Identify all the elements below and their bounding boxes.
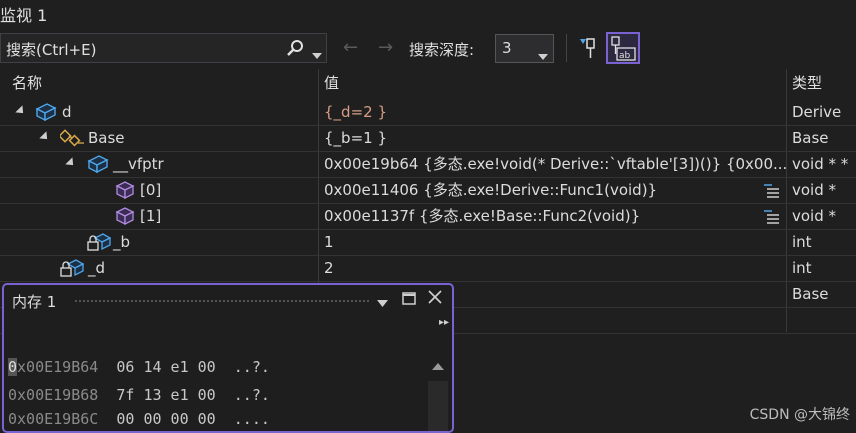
column-header-value[interactable]: 值 bbox=[324, 69, 339, 97]
memory-ascii: .... bbox=[233, 410, 270, 428]
watch-row-vfptr[interactable]: __vfptr 0x00e19b64 {多态.exe!void(* Derive… bbox=[0, 151, 856, 178]
maximize-icon[interactable] bbox=[402, 291, 416, 309]
watch-window-title: 监视 1 bbox=[0, 6, 48, 25]
collapse-arrow-icon[interactable] bbox=[15, 105, 27, 117]
memory-window-title[interactable]: 内存 1 bbox=[12, 291, 56, 312]
column-header-type[interactable]: 类型 bbox=[792, 69, 822, 97]
watch-row-d[interactable]: d {_d=2 } Derive bbox=[0, 99, 856, 126]
memory-ascii: ..?. bbox=[233, 358, 270, 376]
memory-address: 0x00E19B68 bbox=[8, 386, 99, 404]
memory-row[interactable]: 0x00E19B68 7f 13 e1 00 ..?. bbox=[8, 386, 270, 404]
memory-address: x00E19B64 bbox=[17, 358, 99, 376]
memory-bytes[interactable]: 00 00 00 00 bbox=[116, 410, 215, 428]
vertical-scrollbar[interactable] bbox=[428, 381, 448, 431]
svg-text:ab: ab bbox=[619, 51, 631, 61]
back-arrow-icon[interactable]: ← bbox=[343, 37, 358, 58]
protected-field-lock-icon bbox=[87, 232, 112, 255]
go-to-source-icon[interactable] bbox=[762, 207, 780, 229]
memory-row[interactable]: 0x00E19B6C 00 00 00 00 .... bbox=[8, 410, 270, 428]
watch-item-name: [1] bbox=[140, 207, 162, 225]
column-header-name[interactable]: 名称 bbox=[12, 69, 42, 97]
watch-item-value[interactable]: {_d=2 } bbox=[324, 99, 387, 125]
window-menu-chevron-icon[interactable] bbox=[377, 293, 388, 311]
field-object-icon bbox=[87, 154, 109, 177]
watch-row-base[interactable]: Base {_b=1 } Base bbox=[0, 125, 856, 152]
watch-item-name: Base bbox=[88, 129, 125, 147]
watermark: CSDN @大锦终 bbox=[749, 407, 850, 423]
watch-item-value[interactable]: 2 bbox=[324, 255, 334, 281]
watch-row-b[interactable]: _b 1 int bbox=[0, 229, 856, 256]
memory-row[interactable]: 0x00E19B64 06 14 e1 00 ..?. bbox=[8, 358, 270, 376]
watch-item-value[interactable]: 0x00e11406 {多态.exe!Derive::Func1(void)} bbox=[324, 177, 657, 203]
search-input[interactable]: 搜索(Ctrl+E) bbox=[6, 39, 96, 60]
forward-arrow-icon[interactable]: → bbox=[378, 37, 393, 58]
cube-icon bbox=[115, 180, 135, 203]
hex-display-toggle-button[interactable]: ab bbox=[606, 32, 640, 64]
watch-item-type: void * bbox=[792, 181, 837, 199]
watch-item-name: d bbox=[62, 103, 72, 121]
memory-cursor: 0 bbox=[8, 358, 18, 376]
watch-item-value[interactable]: 0x00e19b64 {多态.exe!void(* Derive::`vftab… bbox=[324, 151, 786, 177]
go-to-source-icon[interactable] bbox=[762, 181, 780, 203]
close-icon[interactable] bbox=[428, 290, 442, 308]
collapse-arrow-icon[interactable] bbox=[65, 157, 77, 169]
watch-item-value[interactable]: {_b=1 } bbox=[324, 125, 387, 151]
toolbar-separator bbox=[566, 34, 567, 62]
watch-item-type: void * bbox=[792, 207, 837, 225]
memory-address: 0x00E19B6C bbox=[8, 410, 99, 428]
cube-icon bbox=[115, 206, 135, 229]
search-depth-value: 3 bbox=[502, 39, 512, 57]
scroll-up-icon[interactable] bbox=[432, 363, 444, 370]
watch-row-index-1[interactable]: [1] 0x00e1137f {多态.exe!Base::Func2(void)… bbox=[0, 203, 856, 230]
memory-ascii: ..?. bbox=[233, 386, 270, 404]
watch-item-type: Base bbox=[792, 285, 829, 303]
watch-row-d-field[interactable]: _d 2 int bbox=[0, 255, 856, 282]
class-object-icon bbox=[35, 102, 57, 125]
watch-item-value[interactable]: 0x00e1137f {多态.exe!Base::Func2(void)} bbox=[324, 203, 640, 229]
protected-field-lock-icon bbox=[60, 258, 85, 281]
watch-item-value[interactable]: 1 bbox=[324, 229, 334, 255]
drag-grip[interactable] bbox=[74, 299, 369, 304]
search-depth-select[interactable]: 3 bbox=[495, 34, 554, 63]
watch-item-type: int bbox=[792, 259, 812, 277]
search-depth-label: 搜索深度: bbox=[409, 41, 475, 59]
overflow-chevron-icon[interactable]: ▸▸ bbox=[439, 317, 449, 328]
memory-bytes[interactable]: 06 14 e1 00 bbox=[116, 358, 215, 376]
watch-item-type: int bbox=[792, 233, 812, 251]
watch-item-name: __vfptr bbox=[113, 155, 164, 173]
base-class-icon bbox=[58, 128, 86, 151]
watch-item-name: _b bbox=[113, 233, 131, 251]
watch-item-type: Base bbox=[792, 129, 829, 147]
search-icon[interactable] bbox=[285, 39, 305, 61]
memory-bytes[interactable]: 7f 13 e1 00 bbox=[116, 386, 215, 404]
watch-item-type: void * * bbox=[792, 155, 849, 173]
watch-item-name: _d bbox=[88, 259, 106, 277]
collapse-arrow-icon[interactable] bbox=[39, 131, 51, 143]
watch-item-type: Derive bbox=[792, 103, 842, 121]
pin-icon[interactable] bbox=[577, 36, 597, 64]
watch-item-name: [0] bbox=[140, 181, 162, 199]
chevron-down-icon bbox=[538, 46, 548, 64]
search-box[interactable]: 搜索(Ctrl+E) bbox=[0, 33, 327, 63]
watch-row-index-0[interactable]: [0] 0x00e11406 {多态.exe!Derive::Func1(voi… bbox=[0, 177, 856, 204]
search-options-chevron-icon[interactable] bbox=[312, 45, 322, 63]
memory-window: 内存 1 ▸▸ 0x00E19B64 06 14 e1 00 ..?. 0x00… bbox=[2, 283, 454, 433]
